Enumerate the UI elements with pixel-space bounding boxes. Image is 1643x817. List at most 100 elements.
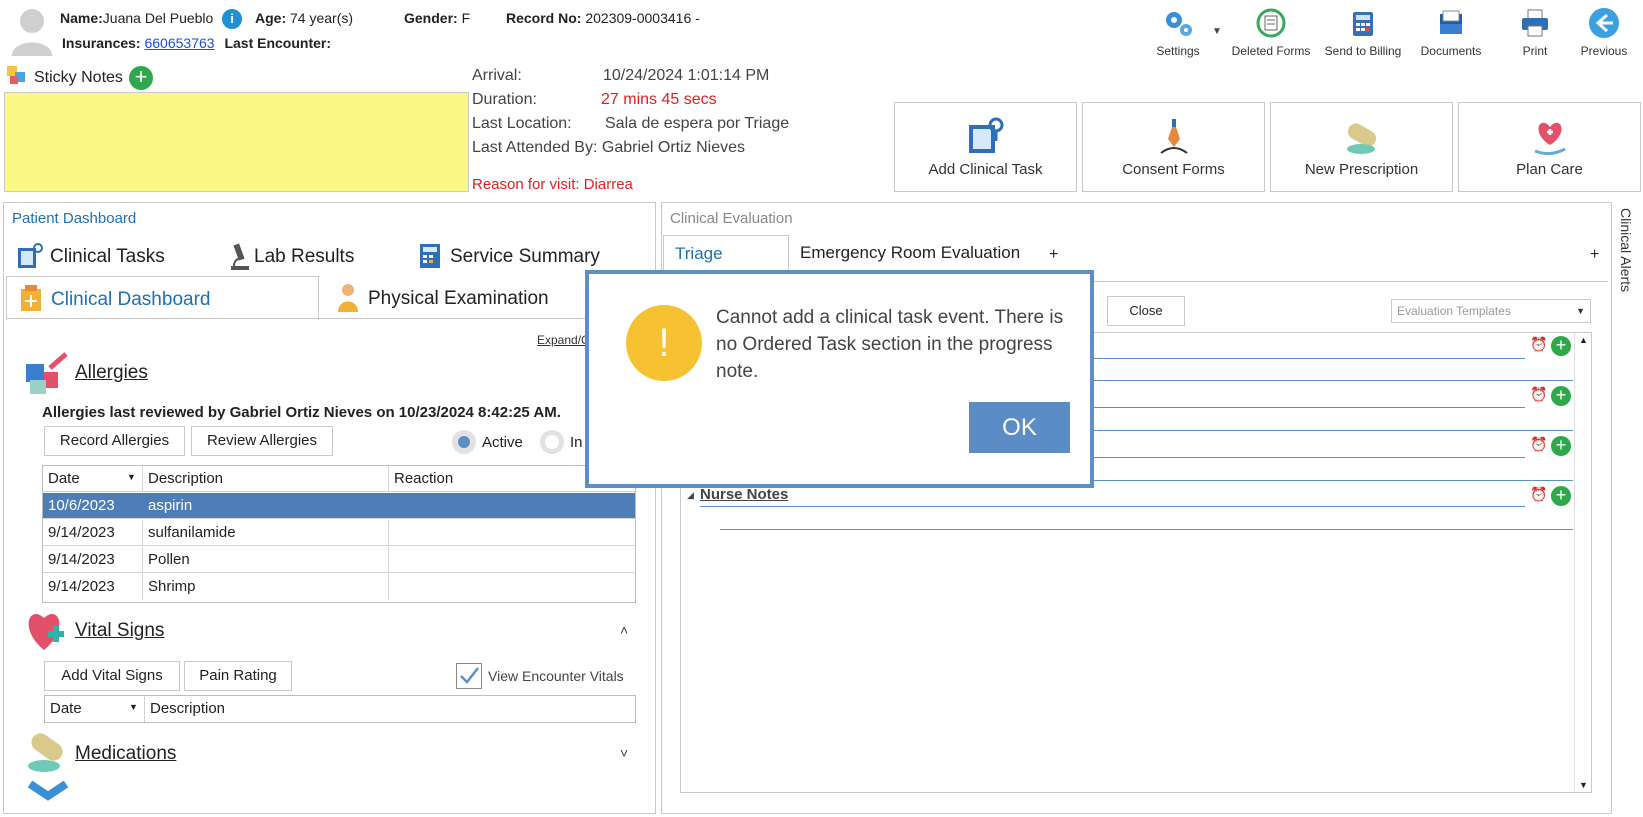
chevron-down-icon[interactable]: ▼ bbox=[1212, 26, 1222, 37]
tab-clinical-dashboard[interactable]: Clinical Dashboard bbox=[6, 276, 319, 320]
gender-value: F bbox=[461, 10, 471, 26]
allergies-title[interactable]: Allergies bbox=[75, 362, 148, 384]
reason-for-visit: Reason for visit: Diarrea bbox=[472, 176, 633, 193]
last-attended: Last Attended By: Gabriel Ortiz Nieves bbox=[472, 139, 746, 156]
new-prescription-button[interactable]: New Prescription bbox=[1270, 102, 1453, 192]
section-divider bbox=[1080, 457, 1525, 458]
record-value: 202309-0003416 - bbox=[585, 10, 700, 26]
scrollbar[interactable]: ▲ ▼ bbox=[1574, 333, 1591, 792]
deleted-forms-button[interactable]: Deleted Forms bbox=[1226, 4, 1316, 62]
ok-label: OK bbox=[1002, 414, 1037, 441]
sticky-note-area[interactable] bbox=[4, 92, 469, 192]
record-group: Record No: 202309-0003416 - bbox=[506, 10, 700, 26]
table-row[interactable]: 9/14/2023 Pollen bbox=[43, 547, 635, 573]
column-header-description[interactable]: Description bbox=[143, 466, 388, 492]
tab-clinical-tasks[interactable]: Clinical Tasks bbox=[16, 240, 176, 274]
clinical-evaluation-title: Clinical Evaluation bbox=[670, 210, 793, 227]
row-description: Pollen bbox=[148, 551, 190, 568]
close-button[interactable]: Close bbox=[1107, 296, 1185, 326]
row-date: 10/6/2023 bbox=[48, 497, 115, 514]
tab-emergency-room-evaluation[interactable]: Emergency Room Evaluation bbox=[800, 243, 1020, 263]
arrival-value: 10/24/2024 1:01:14 PM bbox=[603, 67, 770, 84]
last-encounter-label: Last Encounter: bbox=[224, 35, 332, 51]
clinical-alerts-label: Clinical Alerts bbox=[1618, 208, 1634, 293]
expand-collapse-link[interactable]: Expand/C bbox=[537, 333, 590, 347]
tab-physical-examination[interactable]: Physical Examination bbox=[336, 282, 606, 318]
row-reaction bbox=[389, 493, 629, 519]
send-to-billing-button[interactable]: Send to Billing bbox=[1318, 4, 1408, 62]
medications-title[interactable]: Medications bbox=[75, 743, 176, 765]
section-divider bbox=[1080, 380, 1573, 381]
add-vital-signs-button[interactable]: Add Vital Signs bbox=[44, 661, 180, 691]
tab-triage-label: Triage bbox=[675, 244, 723, 263]
record-label: Record No: bbox=[506, 10, 582, 26]
tab-divider bbox=[6, 318, 654, 319]
evaluation-templates-select[interactable]: Evaluation Templates ▼ bbox=[1391, 299, 1591, 323]
add-section-button[interactable]: + bbox=[1551, 336, 1571, 356]
tab-triage[interactable]: Triage bbox=[663, 235, 789, 273]
column-header-description[interactable]: Description bbox=[145, 696, 625, 722]
allergies-icon bbox=[24, 352, 70, 396]
documents-button[interactable]: Documents bbox=[1406, 4, 1496, 62]
chevron-up-icon[interactable]: ˄ bbox=[620, 622, 628, 638]
section-divider bbox=[700, 506, 1525, 507]
alarm-icon[interactable]: ⏰ bbox=[1530, 436, 1547, 453]
deleted-forms-icon bbox=[1256, 8, 1286, 38]
microscope-icon bbox=[231, 243, 249, 270]
consent-forms-label: Consent Forms bbox=[1122, 161, 1225, 178]
record-allergies-button[interactable]: Record Allergies bbox=[44, 426, 185, 456]
insurance-link[interactable]: 660653763 bbox=[144, 35, 214, 51]
scroll-up-icon[interactable]: ▲ bbox=[1579, 335, 1588, 345]
vital-signs-title[interactable]: Vital Signs bbox=[75, 620, 164, 642]
row-date: 9/14/2023 bbox=[48, 524, 115, 541]
duration-label: Duration: bbox=[472, 91, 537, 108]
clinical-task-icon bbox=[968, 117, 1003, 153]
plan-care-button[interactable]: Plan Care bbox=[1458, 102, 1641, 192]
warning-icon: ! bbox=[626, 305, 702, 381]
clinical-alerts-sidebar[interactable]: Clinical Alerts bbox=[1614, 202, 1641, 814]
documents-label: Documents bbox=[1420, 44, 1482, 58]
add-clinical-task-button[interactable]: Add Clinical Task bbox=[894, 102, 1077, 192]
pain-rating-button[interactable]: Pain Rating bbox=[184, 661, 292, 691]
row-description: Shrimp bbox=[148, 578, 196, 595]
table-row[interactable]: 9/14/2023 sulfanilamide bbox=[43, 520, 635, 546]
add-sticky-note-button[interactable]: + bbox=[129, 66, 153, 90]
table-row[interactable]: 9/14/2023 Shrimp bbox=[43, 574, 635, 600]
table-row[interactable]: 10/6/2023 aspirin bbox=[43, 493, 635, 519]
row-reaction bbox=[389, 547, 629, 573]
sort-arrow-icon[interactable]: ▼ bbox=[127, 472, 136, 482]
vital-signs-table: Date ▼ Description bbox=[44, 695, 636, 723]
ok-button[interactable]: OK bbox=[969, 402, 1070, 453]
scroll-down-icon[interactable]: ▼ bbox=[1579, 780, 1588, 790]
previous-button[interactable]: Previous bbox=[1566, 4, 1642, 62]
sort-arrow-icon[interactable]: ▼ bbox=[129, 702, 138, 712]
add-section-button[interactable]: + bbox=[1551, 436, 1571, 456]
tab-physical-examination-label: Physical Examination bbox=[368, 288, 549, 309]
chevron-down-icon[interactable]: ˅ bbox=[620, 745, 628, 761]
alarm-icon[interactable]: ⏰ bbox=[1530, 386, 1547, 403]
collapse-arrow-icon[interactable]: ◢ bbox=[687, 490, 694, 501]
tab-service-summary[interactable]: Service Summary bbox=[416, 240, 616, 274]
add-evaluation-button[interactable]: + bbox=[1590, 246, 1599, 264]
tab-lab-results[interactable]: Lab Results bbox=[228, 240, 368, 274]
inactive-radio[interactable] bbox=[540, 430, 564, 454]
settings-button[interactable]: Settings bbox=[1133, 4, 1223, 62]
clinical-dashboard-icon bbox=[21, 285, 41, 311]
alarm-icon[interactable]: ⏰ bbox=[1530, 486, 1547, 503]
medications-icon bbox=[24, 730, 70, 774]
add-tab-button[interactable]: + bbox=[1049, 246, 1058, 264]
doctor-icon bbox=[338, 284, 358, 312]
add-nurse-note-button[interactable]: + bbox=[1551, 486, 1571, 506]
consent-forms-button[interactable]: Consent Forms bbox=[1082, 102, 1265, 192]
allergies-reviewed: Allergies last reviewed by Gabriel Ortiz… bbox=[42, 404, 561, 421]
review-allergies-button[interactable]: Review Allergies bbox=[191, 426, 333, 456]
add-section-button[interactable]: + bbox=[1551, 386, 1571, 406]
active-radio[interactable] bbox=[452, 430, 476, 454]
view-encounter-vitals-checkbox[interactable] bbox=[456, 663, 482, 689]
tab-service-summary-label: Service Summary bbox=[450, 246, 600, 267]
nurse-notes-title[interactable]: Nurse Notes bbox=[700, 486, 788, 503]
warning-glyph: ! bbox=[658, 321, 670, 365]
alarm-icon[interactable]: ⏰ bbox=[1530, 336, 1547, 353]
info-icon[interactable]: i bbox=[222, 9, 242, 29]
pen-icon bbox=[1159, 119, 1188, 154]
